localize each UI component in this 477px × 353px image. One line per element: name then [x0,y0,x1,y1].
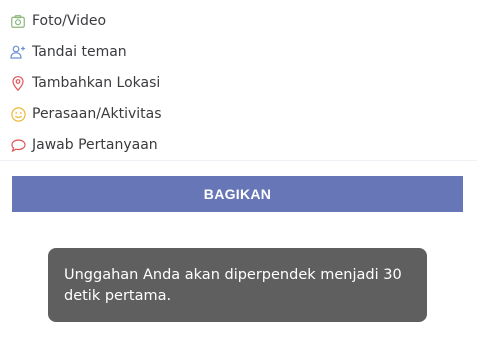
location-pin-icon [10,75,26,91]
option-add-location[interactable]: Tambahkan Lokasi [10,71,160,95]
option-answer-question[interactable]: Jawab Pertanyaan [10,133,158,157]
toast-notification: Unggahan Anda akan diperpendek menjadi 3… [48,248,427,322]
tag-friend-icon [10,44,26,60]
question-bubble-icon [10,137,26,153]
option-tag-friends[interactable]: Tandai teman [10,40,127,64]
option-label: Foto/Video [32,13,107,29]
toast-message: Unggahan Anda akan diperpendek menjadi 3… [64,267,402,304]
divider [0,160,477,161]
option-label: Perasaan/Aktivitas [32,106,162,122]
share-options-screen: Foto/Video Tandai teman Tambahkan Lokasi… [0,0,477,353]
option-label: Tambahkan Lokasi [32,75,161,91]
photo-icon [10,13,26,29]
option-label: Tandai teman [32,44,127,60]
option-label: Jawab Pertanyaan [32,137,158,153]
option-photo-video[interactable]: Foto/Video [10,9,106,33]
smiley-icon [10,106,26,122]
option-feeling-activity[interactable]: Perasaan/Aktivitas [10,102,162,126]
share-button[interactable]: BAGIKAN [12,176,463,212]
